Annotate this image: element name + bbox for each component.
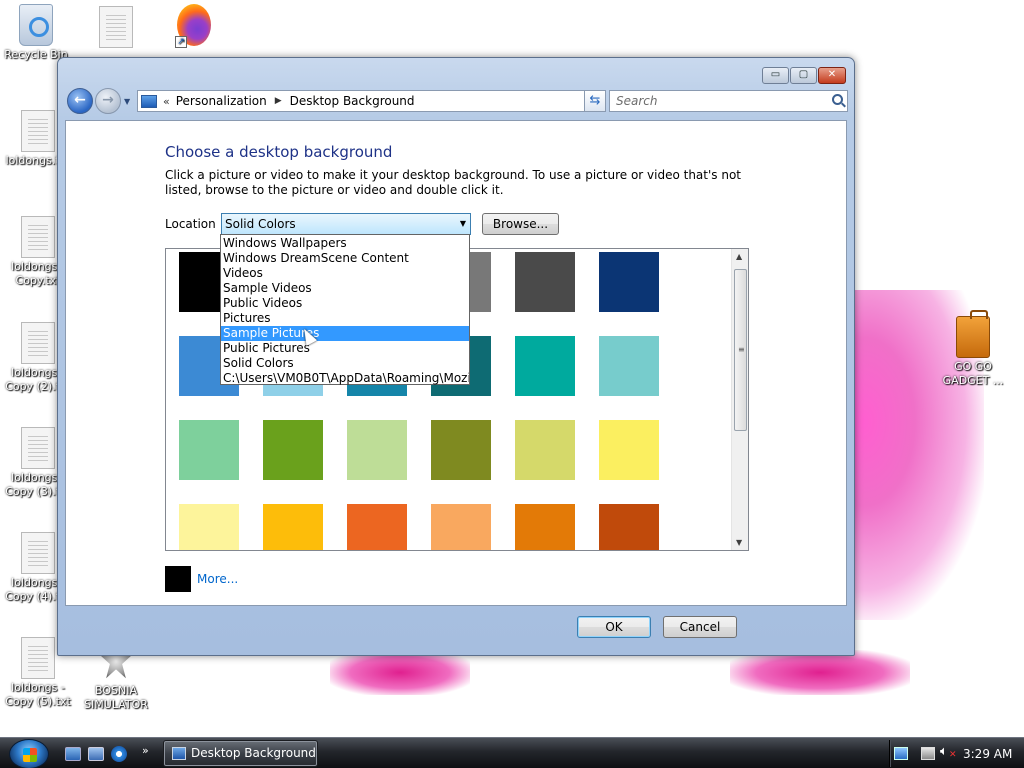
location-option[interactable]: Windows DreamScene Content xyxy=(221,251,469,266)
recycle-bin-icon xyxy=(19,4,53,46)
desktop-icon-recycle-bin[interactable]: Recycle Bin xyxy=(0,4,74,62)
navigation-bar: ← → ▼ « Personalization ▶ Desktop Backgr… xyxy=(66,88,848,116)
scrollbar-thumb[interactable]: ≡ xyxy=(734,269,747,431)
color-swatch[interactable] xyxy=(599,420,659,480)
taskbar-window-button[interactable]: Desktop Background xyxy=(163,740,318,767)
control-panel-icon xyxy=(172,747,186,760)
location-option[interactable]: C:\Users\VM0B0T\AppData\Roaming\Mozilla\ xyxy=(221,371,469,386)
minimize-button[interactable]: ▭ xyxy=(762,67,789,84)
color-swatch[interactable] xyxy=(515,504,575,550)
location-selected-value: Solid Colors xyxy=(225,217,296,231)
show-desktop-icon[interactable] xyxy=(65,747,81,761)
desktop-icon-go-go-gadget[interactable]: GO GO GADGET ... xyxy=(935,310,1011,388)
desktop-icon-document[interactable] xyxy=(78,6,154,50)
refresh-button[interactable]: ⇆ xyxy=(584,90,606,112)
text-file-icon xyxy=(21,110,55,152)
color-swatch[interactable] xyxy=(179,504,239,550)
breadcrumb-desktop-background[interactable]: Desktop Background xyxy=(290,94,415,108)
color-swatch[interactable] xyxy=(431,504,491,550)
scroll-down-icon[interactable]: ▼ xyxy=(736,538,742,547)
color-swatch[interactable] xyxy=(599,504,659,550)
page-description: Click a picture or video to make it your… xyxy=(165,168,742,197)
switch-windows-icon[interactable] xyxy=(88,747,104,761)
document-icon xyxy=(99,6,133,48)
recent-pages-dropdown[interactable]: ▼ xyxy=(124,97,132,106)
color-swatch[interactable] xyxy=(515,252,575,312)
window-controls: ▭ ▢ ✕ xyxy=(762,67,846,84)
color-swatch[interactable] xyxy=(347,504,407,550)
shortcut-arrow-icon: ↗ xyxy=(175,36,187,48)
vertical-scrollbar[interactable]: ▲ ≡ ▼ xyxy=(731,249,748,550)
location-label: Location xyxy=(165,217,216,231)
breadcrumb-overflow[interactable]: « xyxy=(163,95,170,108)
desktop-icon-firefox[interactable]: ↗ xyxy=(156,4,232,48)
color-swatch[interactable] xyxy=(515,336,575,396)
forward-button[interactable]: → xyxy=(95,88,121,114)
color-swatch[interactable] xyxy=(347,420,407,480)
browse-button[interactable]: Browse... xyxy=(482,213,559,235)
close-button[interactable]: ✕ xyxy=(818,67,846,84)
control-panel-icon xyxy=(141,94,157,108)
location-select[interactable]: Solid Colors ▼ xyxy=(221,213,471,235)
color-swatch[interactable] xyxy=(263,420,323,480)
system-tray: 🔈︎ ✕ 3:29 AM xyxy=(889,740,1024,767)
monitor-icon[interactable] xyxy=(921,747,935,760)
internet-explorer-icon[interactable] xyxy=(111,746,127,762)
taskbar: » Desktop Background 🔈︎ ✕ 3:29 AM xyxy=(0,737,1024,768)
clock[interactable]: 3:29 AM xyxy=(963,747,1012,761)
location-option[interactable]: Public Pictures xyxy=(221,341,469,356)
location-option[interactable]: Videos xyxy=(221,266,469,281)
dropdown-arrow-icon: ▼ xyxy=(459,219,466,228)
location-option[interactable]: Windows Wallpapers xyxy=(221,236,469,251)
color-swatch[interactable] xyxy=(263,504,323,550)
wallpaper-graphic xyxy=(730,650,910,695)
breadcrumb-separator-icon[interactable]: ▶ xyxy=(275,96,282,106)
quick-launch-more[interactable]: » xyxy=(142,744,149,757)
start-button[interactable] xyxy=(9,739,49,768)
location-dropdown-list: Windows Wallpapers Windows DreamScene Con… xyxy=(220,234,470,385)
breadcrumb-personalization[interactable]: Personalization xyxy=(176,94,267,108)
color-swatch[interactable] xyxy=(515,420,575,480)
briefcase-icon xyxy=(956,310,990,358)
cancel-button[interactable]: Cancel xyxy=(663,616,737,638)
text-file-icon xyxy=(21,532,55,574)
text-file-icon xyxy=(21,637,55,679)
search-input[interactable]: Search xyxy=(609,90,848,112)
address-bar[interactable]: « Personalization ▶ Desktop Background ▼ xyxy=(137,90,602,112)
taskbar-window-label: Desktop Background xyxy=(191,746,316,760)
back-button[interactable]: ← xyxy=(67,88,93,114)
text-file-icon xyxy=(21,216,55,258)
text-file-icon xyxy=(21,427,55,469)
windows-logo-icon xyxy=(23,748,37,762)
firefox-icon: ↗ xyxy=(175,4,211,48)
location-option[interactable]: Solid Colors xyxy=(221,356,469,371)
network-icon[interactable] xyxy=(894,747,908,760)
maximize-button[interactable]: ▢ xyxy=(790,67,817,84)
color-swatch[interactable] xyxy=(599,252,659,312)
color-swatch[interactable] xyxy=(431,420,491,480)
scroll-up-icon[interactable]: ▲ xyxy=(736,252,742,261)
grip-icon: ≡ xyxy=(738,345,745,354)
wallpaper-graphic xyxy=(330,650,470,695)
ok-button[interactable]: OK xyxy=(577,616,651,638)
location-option[interactable]: Pictures xyxy=(221,311,469,326)
color-swatch[interactable] xyxy=(179,420,239,480)
location-option[interactable]: Sample Videos xyxy=(221,281,469,296)
color-swatch[interactable] xyxy=(599,336,659,396)
location-option[interactable]: Sample Pictures xyxy=(221,326,469,341)
location-option[interactable]: Public Videos xyxy=(221,296,469,311)
more-colors-link[interactable]: More... xyxy=(197,572,238,586)
more-color-swatch[interactable] xyxy=(165,566,191,592)
text-file-icon xyxy=(21,322,55,364)
volume-muted-icon: ✕ xyxy=(949,750,957,760)
page-title: Choose a desktop background xyxy=(165,143,393,161)
